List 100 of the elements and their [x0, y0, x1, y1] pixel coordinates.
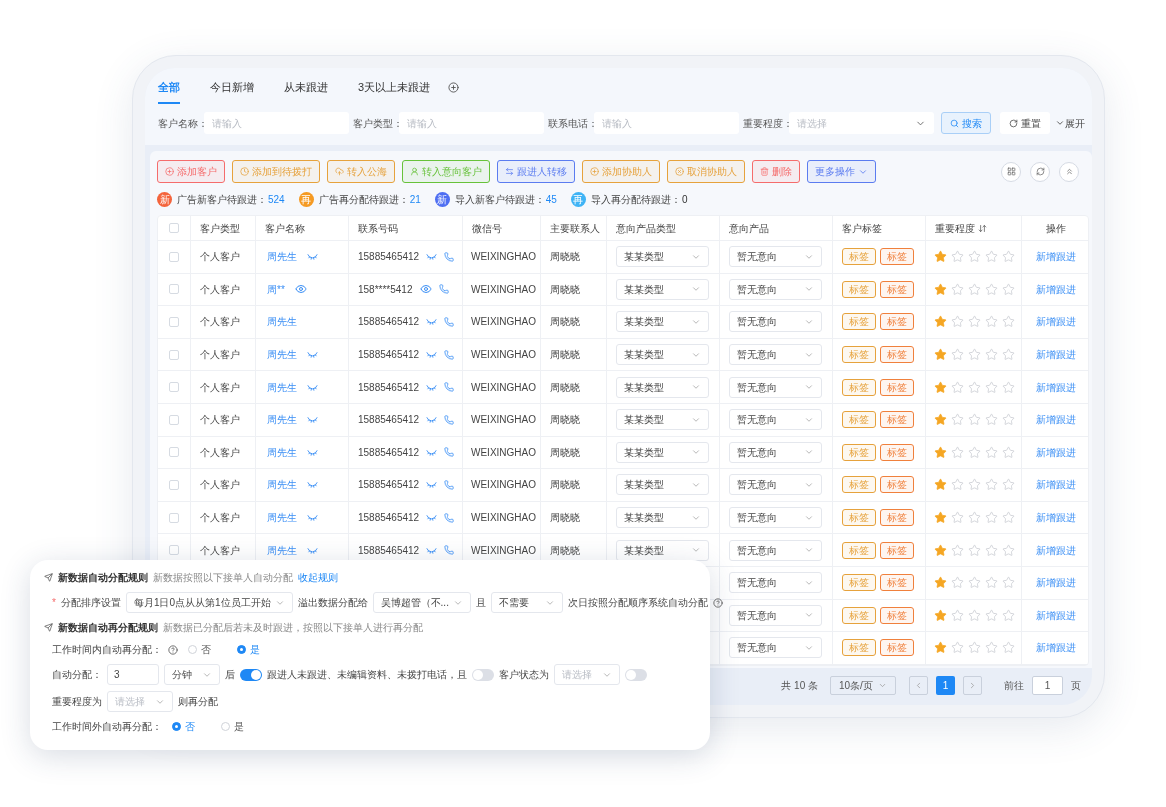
status-select[interactable]: 请选择 [554, 664, 620, 685]
search-button[interactable]: 搜索 [941, 112, 991, 134]
star-outline-icon[interactable] [985, 250, 998, 264]
star-filled-icon[interactable] [934, 511, 947, 525]
add-follow-up-link[interactable]: 新增跟进 [1036, 314, 1076, 330]
add-follow-up-link[interactable]: 新增跟进 [1036, 249, 1076, 265]
eye-closed-icon[interactable] [426, 414, 438, 426]
goto-page-input[interactable]: 1 [1032, 675, 1063, 695]
star-outline-icon[interactable] [968, 641, 981, 655]
need-select[interactable]: 不需要 [490, 592, 563, 613]
product-type-select[interactable]: 某某类型 [616, 311, 709, 333]
product-select[interactable]: 暂无意向 [729, 441, 822, 463]
tab[interactable]: 全部 [158, 78, 180, 104]
star-outline-icon[interactable] [985, 282, 998, 296]
product-select[interactable]: 暂无意向 [729, 344, 822, 366]
star-outline-icon[interactable] [985, 445, 998, 459]
star-outline-icon[interactable] [951, 543, 964, 557]
phone-icon[interactable] [444, 349, 455, 360]
product-select[interactable]: 暂无意向 [729, 409, 822, 431]
star-outline-icon[interactable] [985, 641, 998, 655]
sort-select[interactable]: 每月1日0点从从第1位员工开始 [125, 592, 293, 613]
action-button[interactable]: 删除 [752, 160, 800, 183]
toggle-switch[interactable] [240, 668, 262, 681]
star-rating[interactable] [934, 315, 1015, 329]
action-button[interactable]: 添加客户 [157, 160, 225, 183]
star-rating[interactable] [934, 543, 1015, 557]
eye-closed-icon[interactable] [307, 414, 318, 426]
star-outline-icon[interactable] [951, 576, 964, 590]
tab[interactable]: 从未跟进 [284, 78, 328, 104]
eye-closed-icon[interactable] [426, 316, 438, 328]
product-type-select[interactable]: 某某类型 [616, 278, 709, 300]
product-type-select[interactable]: 某某类型 [616, 507, 709, 529]
star-outline-icon[interactable] [968, 315, 981, 329]
star-filled-icon[interactable] [934, 348, 947, 362]
phone-icon[interactable] [444, 382, 455, 393]
eye-closed-icon[interactable] [307, 479, 318, 491]
collapse-rules-link[interactable]: 收起规则 [298, 570, 338, 585]
star-outline-icon[interactable] [985, 380, 998, 394]
page-button[interactable]: 1 [936, 675, 955, 695]
phone-icon[interactable] [444, 251, 455, 262]
add-follow-up-link[interactable]: 新增跟进 [1036, 477, 1076, 493]
star-outline-icon[interactable] [951, 348, 964, 362]
grid-view-button[interactable] [1001, 161, 1021, 182]
star-filled-icon[interactable] [934, 413, 947, 427]
radio-button[interactable] [237, 645, 246, 654]
add-follow-up-link[interactable]: 新增跟进 [1036, 607, 1076, 623]
customer-name-link[interactable]: 周先生 [267, 379, 297, 395]
row-checkbox[interactable] [169, 414, 179, 425]
action-button[interactable]: 转入意向客户 [402, 160, 490, 183]
star-outline-icon[interactable] [985, 511, 998, 525]
eye-icon[interactable] [294, 283, 307, 296]
star-outline-icon[interactable] [951, 608, 964, 622]
star-rating[interactable] [934, 445, 1015, 459]
row-checkbox[interactable] [169, 349, 179, 360]
product-select[interactable]: 暂无意向 [729, 376, 822, 398]
expand-button[interactable]: 展开 [1055, 115, 1085, 131]
star-outline-icon[interactable] [1002, 576, 1015, 590]
filter-input[interactable]: 请输入 [204, 112, 349, 134]
action-button[interactable]: 添加到待拨打 [232, 160, 320, 183]
add-follow-up-link[interactable]: 新增跟进 [1036, 542, 1076, 558]
star-filled-icon[interactable] [934, 478, 947, 492]
star-outline-icon[interactable] [1002, 608, 1015, 622]
star-outline-icon[interactable] [951, 282, 964, 296]
eye-closed-icon[interactable] [426, 349, 438, 361]
customer-name-link[interactable]: 周先生 [267, 314, 297, 330]
star-outline-icon[interactable] [951, 445, 964, 459]
filter-select[interactable]: 请选择 [789, 112, 934, 134]
star-rating[interactable] [934, 413, 1015, 427]
star-outline-icon[interactable] [968, 543, 981, 557]
add-follow-up-link[interactable]: 新增跟进 [1036, 281, 1076, 297]
star-outline-icon[interactable] [1002, 282, 1015, 296]
star-outline-icon[interactable] [985, 478, 998, 492]
star-outline-icon[interactable] [951, 511, 964, 525]
add-follow-up-link[interactable]: 新增跟进 [1036, 379, 1076, 395]
customer-name-link[interactable]: 周先生 [267, 477, 297, 493]
star-outline-icon[interactable] [951, 380, 964, 394]
eye-closed-icon[interactable] [426, 251, 438, 263]
next-page-button[interactable] [963, 675, 982, 695]
customer-name-link[interactable]: 周** [267, 281, 285, 297]
action-button[interactable]: 转入公海 [327, 160, 395, 183]
star-filled-icon[interactable] [934, 543, 947, 557]
product-select[interactable]: 暂无意向 [729, 637, 822, 659]
eye-icon[interactable] [419, 283, 432, 296]
add-follow-up-link[interactable]: 新增跟进 [1036, 640, 1076, 656]
product-select[interactable]: 暂无意向 [729, 572, 822, 594]
row-checkbox[interactable] [169, 512, 179, 523]
star-outline-icon[interactable] [1002, 348, 1015, 362]
star-outline-icon[interactable] [1002, 445, 1015, 459]
star-rating[interactable] [934, 250, 1015, 264]
star-filled-icon[interactable] [934, 380, 947, 394]
collapse-button[interactable] [1059, 161, 1079, 182]
reset-button[interactable]: 重置 [1000, 112, 1050, 134]
more-actions-dropdown[interactable]: 更多操作 [807, 160, 876, 183]
header-checkbox[interactable] [169, 223, 179, 233]
star-outline-icon[interactable] [1002, 413, 1015, 427]
product-type-select[interactable]: 某某类型 [616, 539, 709, 561]
product-type-select[interactable]: 某某类型 [616, 246, 709, 268]
product-select[interactable]: 暂无意向 [729, 604, 822, 626]
tab[interactable]: 3天以上未跟进 [358, 78, 431, 104]
customer-name-link[interactable]: 周先生 [267, 542, 297, 558]
